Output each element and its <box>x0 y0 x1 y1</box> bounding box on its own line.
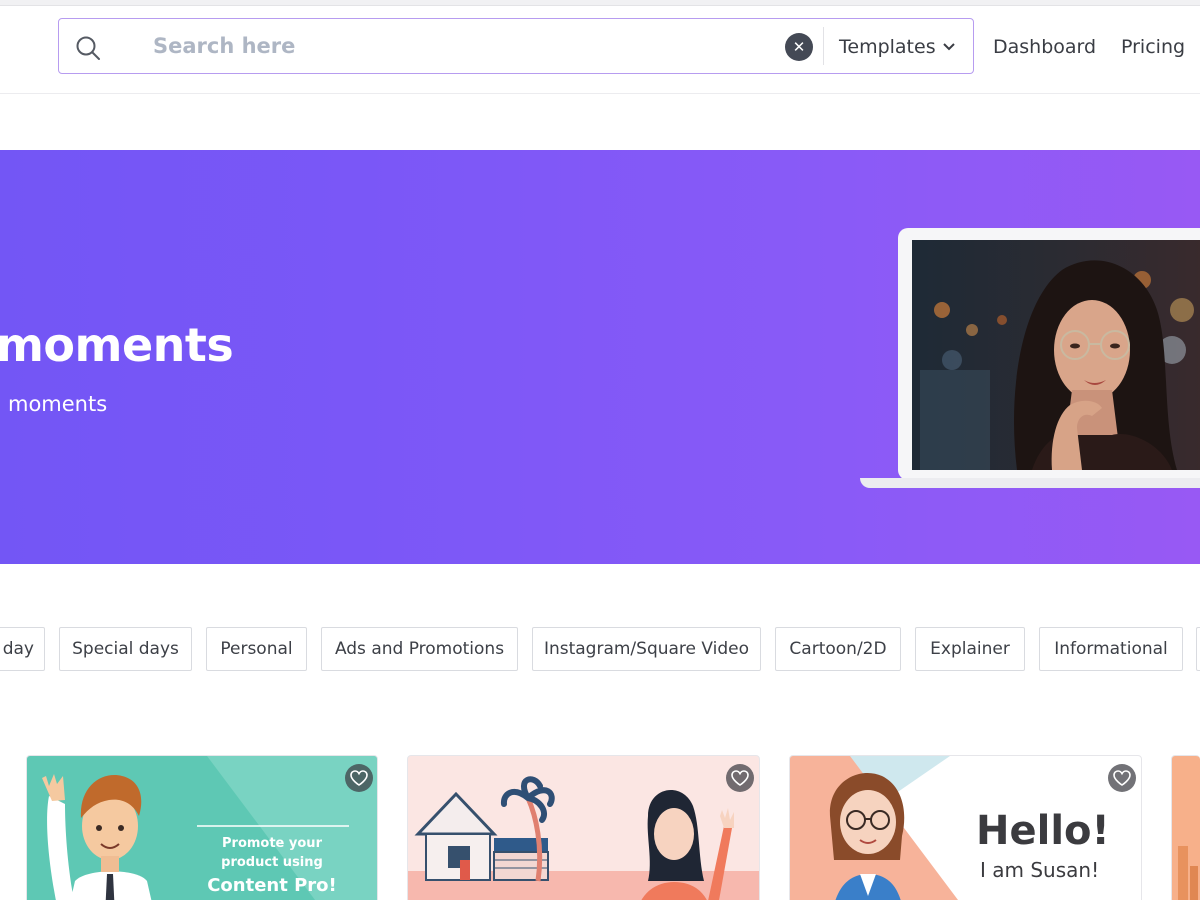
search-icon <box>76 36 100 60</box>
search-divider <box>823 27 824 65</box>
chevron-down-icon <box>942 43 955 51</box>
card-line: Promote your <box>222 836 322 851</box>
template-card[interactable]: Promote your product using Content Pro! <box>26 755 378 900</box>
close-icon: ✕ <box>792 38 806 56</box>
category-chip[interactable]: day <box>0 627 45 671</box>
template-card[interactable] <box>407 755 760 900</box>
nav-dashboard-link[interactable]: Dashboard <box>993 36 1096 58</box>
category-chip-row: day Special days Personal Ads and Promot… <box>0 627 1200 671</box>
favorite-button[interactable] <box>345 764 373 792</box>
category-chip[interactable]: Cartoon/2D <box>775 627 901 671</box>
category-chip-partial[interactable] <box>1196 627 1200 671</box>
templates-dropdown-label: Templates <box>839 36 936 58</box>
card-subtitle: I am Susan! <box>980 858 1100 882</box>
heart-icon <box>731 770 749 786</box>
category-chip[interactable]: Special days <box>59 627 192 671</box>
heart-icon <box>1113 770 1131 786</box>
template-card[interactable]: Hello! I am Susan! <box>789 755 1142 900</box>
card-line: Content Pro! <box>207 875 337 896</box>
template-card-partial[interactable] <box>1171 755 1200 900</box>
category-chip[interactable]: Instagram/Square Video <box>532 627 761 671</box>
hero-title: moments <box>0 318 234 372</box>
templates-dropdown[interactable]: Templates <box>839 33 956 61</box>
card-illustration-house <box>408 776 759 900</box>
card-title: Hello! <box>976 808 1110 854</box>
favorite-button[interactable] <box>1108 764 1136 792</box>
clear-search-button[interactable]: ✕ <box>785 33 813 61</box>
favorite-button[interactable] <box>726 764 754 792</box>
card-illustration-partial <box>1178 846 1198 900</box>
category-chip[interactable]: Personal <box>206 627 307 671</box>
category-chip[interactable]: Informational <box>1039 627 1183 671</box>
nav-pricing-link[interactable]: Pricing <box>1121 36 1185 58</box>
card-line: product using <box>221 855 323 870</box>
search-input[interactable] <box>153 29 753 63</box>
hero-banner: moments moments <box>0 150 1200 564</box>
category-chip[interactable]: Ads and Promotions <box>321 627 518 671</box>
search-bar: ✕ Templates <box>58 18 974 74</box>
laptop-screen-photo <box>912 240 1200 470</box>
category-chip[interactable]: Explainer <box>915 627 1025 671</box>
heart-icon <box>350 770 368 786</box>
laptop-illustration <box>898 228 1200 480</box>
top-navbar: ✕ Templates Dashboard Pricing <box>0 6 1200 94</box>
laptop-base <box>860 478 1200 488</box>
hero-subtitle: moments <box>8 392 108 416</box>
